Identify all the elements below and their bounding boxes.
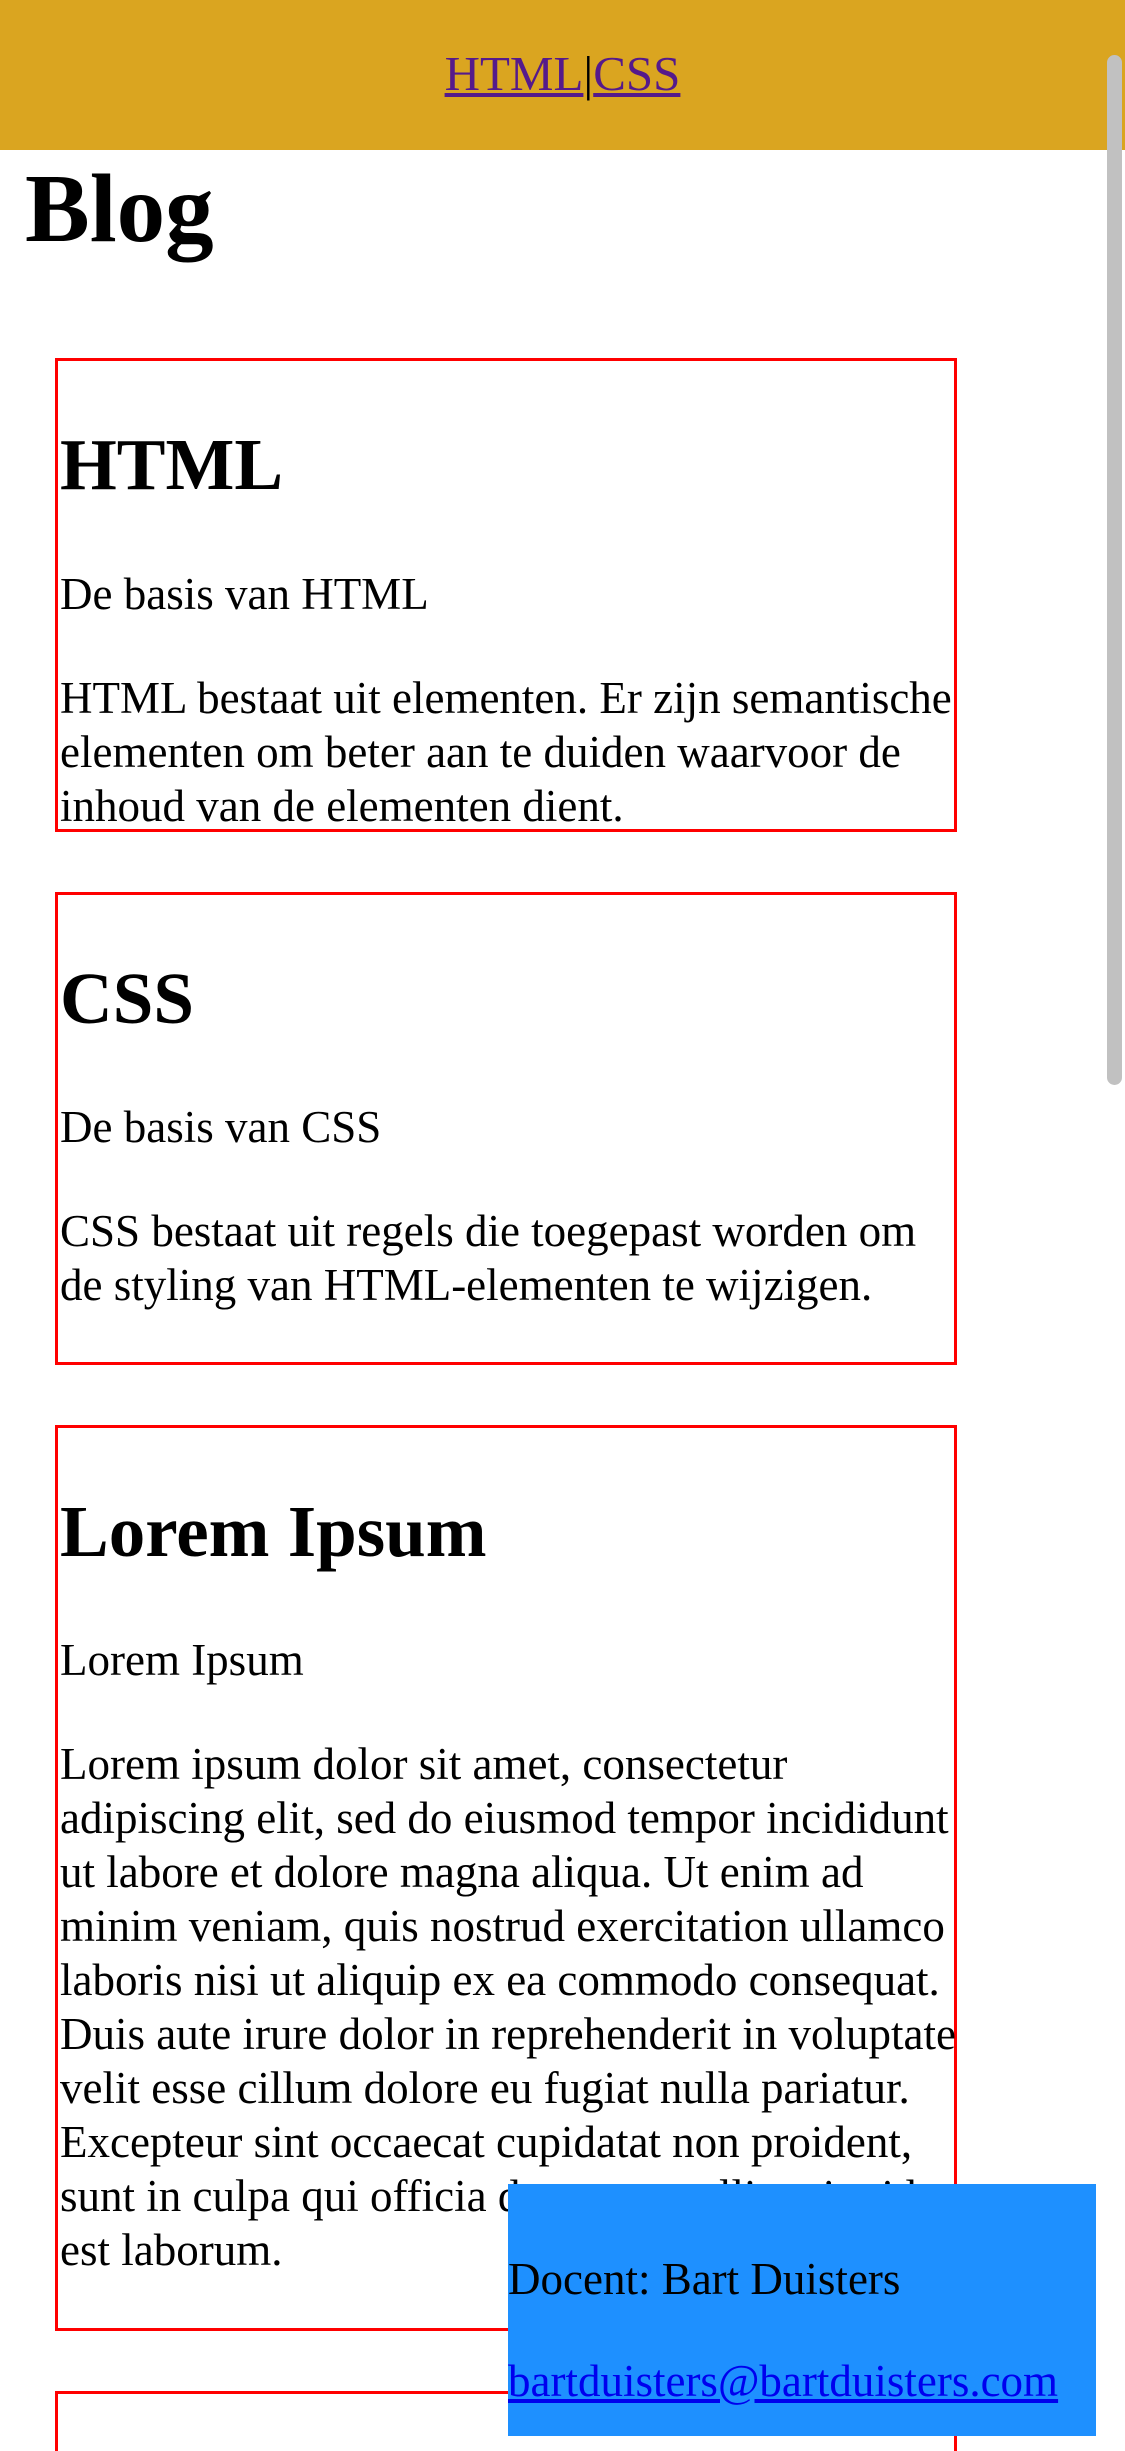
article-body: CSS bestaat uit regels die toegepast wor… (60, 1206, 917, 1310)
teacher-name: Docent: Bart Duisters (508, 2254, 901, 2304)
article-css: CSS De basis van CSS CSS bestaat uit reg… (55, 892, 957, 1365)
nav-link-html[interactable]: HTML (445, 46, 584, 101)
nav-link-css[interactable]: CSS (593, 46, 680, 101)
article-title: Lorem Ipsum (60, 1491, 487, 1572)
article-subtitle: De basis van HTML (60, 569, 429, 619)
top-header: HTML|CSS (0, 0, 1125, 150)
article-title: HTML (60, 424, 284, 505)
article-subtitle: Lorem Ipsum (60, 1635, 304, 1685)
article-body: HTML bestaat uit elementen. Er zijn sema… (60, 673, 952, 831)
page-title: Blog (25, 155, 214, 262)
article-html: HTML De basis van HTML HTML bestaat uit … (55, 358, 957, 832)
footer-contact: Docent: Bart Duisters bartduisters@bartd… (508, 2184, 1096, 2436)
email-link[interactable]: bartduisters@bartduisters.com (508, 2354, 1058, 2408)
vertical-scrollbar[interactable] (1107, 55, 1122, 1085)
nav-separator: | (583, 46, 594, 101)
top-nav: HTML|CSS (0, 44, 1125, 104)
article-subtitle: De basis van CSS (60, 1102, 382, 1152)
article-title: CSS (60, 958, 194, 1039)
